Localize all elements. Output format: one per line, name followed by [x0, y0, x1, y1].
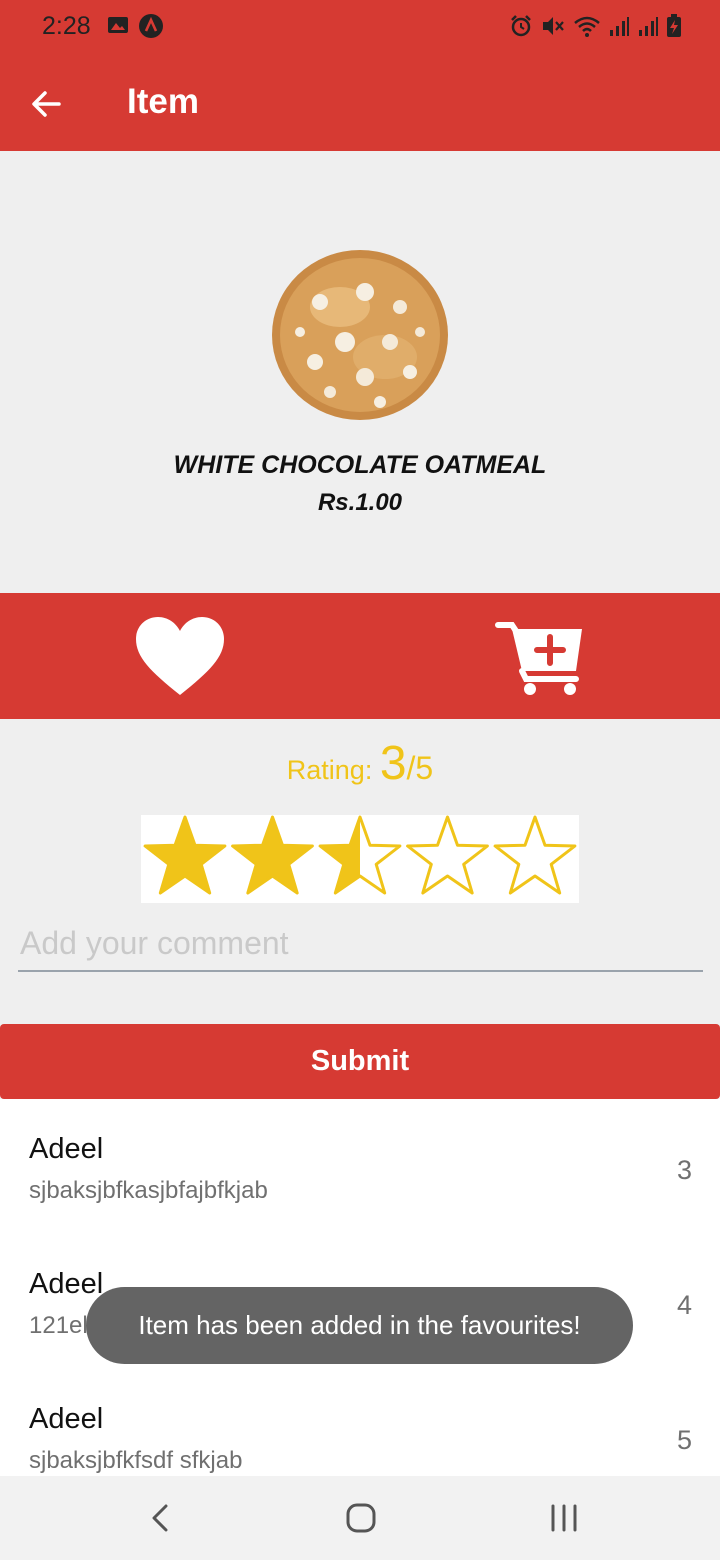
status-bar: 2:28	[0, 0, 720, 52]
review-score: 4	[676, 1290, 692, 1320]
nav-recent-apps-icon	[551, 1504, 577, 1532]
review-author: Adeel	[29, 1403, 104, 1435]
nav-home-button[interactable]	[343, 1498, 379, 1538]
signal-icon	[610, 17, 629, 36]
list-item: Adeel sjbaksjbfkfsdf sfkjab 5	[0, 1369, 720, 1476]
item-hero: WHITE CHOCOLATE OATMEAL Rs.1.00	[0, 151, 720, 593]
nav-home-icon	[346, 1503, 376, 1533]
star-icon[interactable]	[406, 815, 489, 895]
battery-charging-icon	[667, 14, 681, 37]
star-icon[interactable]	[493, 815, 577, 895]
review-comment: sjbaksjbfkfsdf sfkjab	[29, 1447, 243, 1474]
wifi-icon	[574, 16, 600, 37]
review-comment: sjbaksjbfkasjbfajbfkjab	[29, 1177, 268, 1204]
mute-icon	[543, 17, 564, 35]
status-time: 2:28	[42, 12, 91, 40]
cookie-image	[272, 250, 448, 420]
nav-recent-apps-button[interactable]	[544, 1498, 584, 1538]
rating-stars[interactable]	[141, 815, 579, 903]
image-icon	[108, 17, 128, 33]
comment-input[interactable]	[18, 908, 703, 972]
add-to-cart-button[interactable]	[494, 619, 586, 697]
signal-icon	[639, 17, 658, 36]
item-name: WHITE CHOCOLATE OATMEAL	[173, 451, 547, 479]
star-icon[interactable]	[143, 815, 227, 895]
list-item: Adeel sjbaksjbfkasjbfajbfkjab 3	[0, 1099, 720, 1229]
heart-icon	[136, 617, 224, 695]
star-icon[interactable]	[231, 815, 314, 895]
add-to-cart-icon	[495, 622, 582, 695]
arrow-left-icon	[32, 91, 61, 117]
rating-stars-graphic	[143, 815, 577, 895]
rating-value: 3	[379, 737, 407, 790]
item-price: Rs.1.00	[317, 489, 403, 516]
review-score: 5	[676, 1425, 692, 1455]
toast-message: Item has been added in the favourites!	[86, 1287, 633, 1364]
rating-label: Rating:	[286, 755, 380, 785]
review-score: 3	[676, 1155, 692, 1185]
nav-back-button[interactable]	[142, 1498, 178, 1538]
submit-button[interactable]: Submit	[0, 1024, 720, 1099]
app-bar: Item	[0, 52, 720, 151]
back-button[interactable]	[22, 80, 70, 128]
alarm-icon	[511, 15, 531, 37]
notification-a-icon	[139, 14, 163, 38]
action-bar	[0, 593, 720, 719]
review-author: Adeel	[29, 1268, 104, 1300]
review-author: Adeel	[29, 1133, 104, 1165]
status-left-icons	[106, 13, 164, 39]
status-right-icons	[509, 14, 682, 38]
rating-summary: Rating: 3/5	[0, 736, 720, 791]
page-title: Item	[127, 82, 199, 121]
favourite-button[interactable]	[130, 615, 230, 699]
system-nav-bar	[0, 1476, 720, 1560]
rating-max: /5	[406, 750, 434, 786]
nav-back-icon	[152, 1504, 168, 1532]
star-icon[interactable]	[318, 815, 402, 895]
